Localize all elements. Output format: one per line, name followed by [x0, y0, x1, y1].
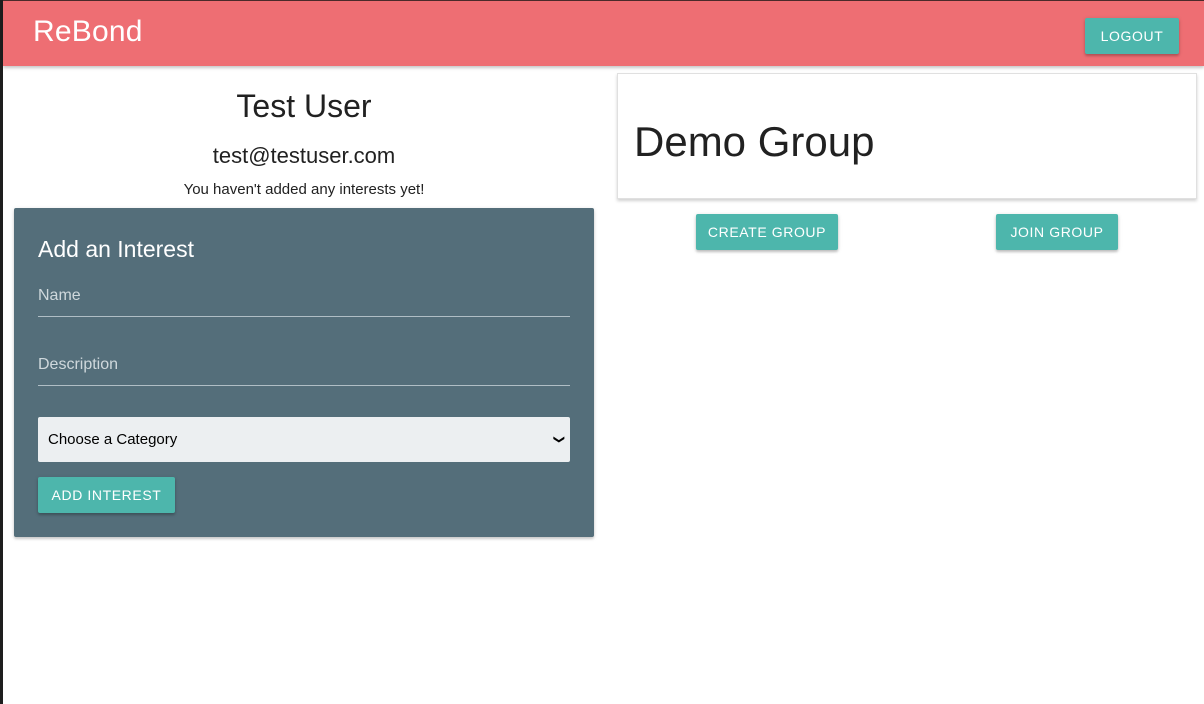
- description-input[interactable]: [38, 345, 570, 385]
- no-interests-message: You haven't added any interests yet!: [183, 181, 425, 198]
- category-select[interactable]: Choose a Category ❯: [38, 417, 570, 462]
- brand-logo[interactable]: ReBond: [33, 15, 143, 49]
- group-title: Demo Group: [634, 118, 875, 165]
- category-selected-value: Choose a Category: [48, 431, 178, 448]
- navbar: ReBond LOGOUT: [3, 0, 1204, 66]
- name-input[interactable]: [38, 276, 570, 316]
- name-field: [38, 276, 570, 317]
- join-group-button[interactable]: JOIN GROUP: [996, 214, 1118, 250]
- window-edge: [0, 0, 3, 704]
- user-name: Test User: [236, 88, 372, 124]
- group-card[interactable]: Demo Group: [617, 73, 1197, 199]
- create-group-button[interactable]: CREATE GROUP: [696, 214, 838, 250]
- chevron-down-icon: ❯: [552, 434, 565, 445]
- user-email: test@testuser.com: [212, 143, 396, 168]
- add-interest-button[interactable]: ADD INTEREST: [38, 477, 175, 513]
- card-title: Add an Interest: [38, 236, 194, 262]
- description-field: [38, 345, 570, 386]
- add-interest-card: Add an Interest Choose a Category ❯ ADD …: [14, 208, 594, 537]
- logout-button[interactable]: LOGOUT: [1085, 18, 1179, 54]
